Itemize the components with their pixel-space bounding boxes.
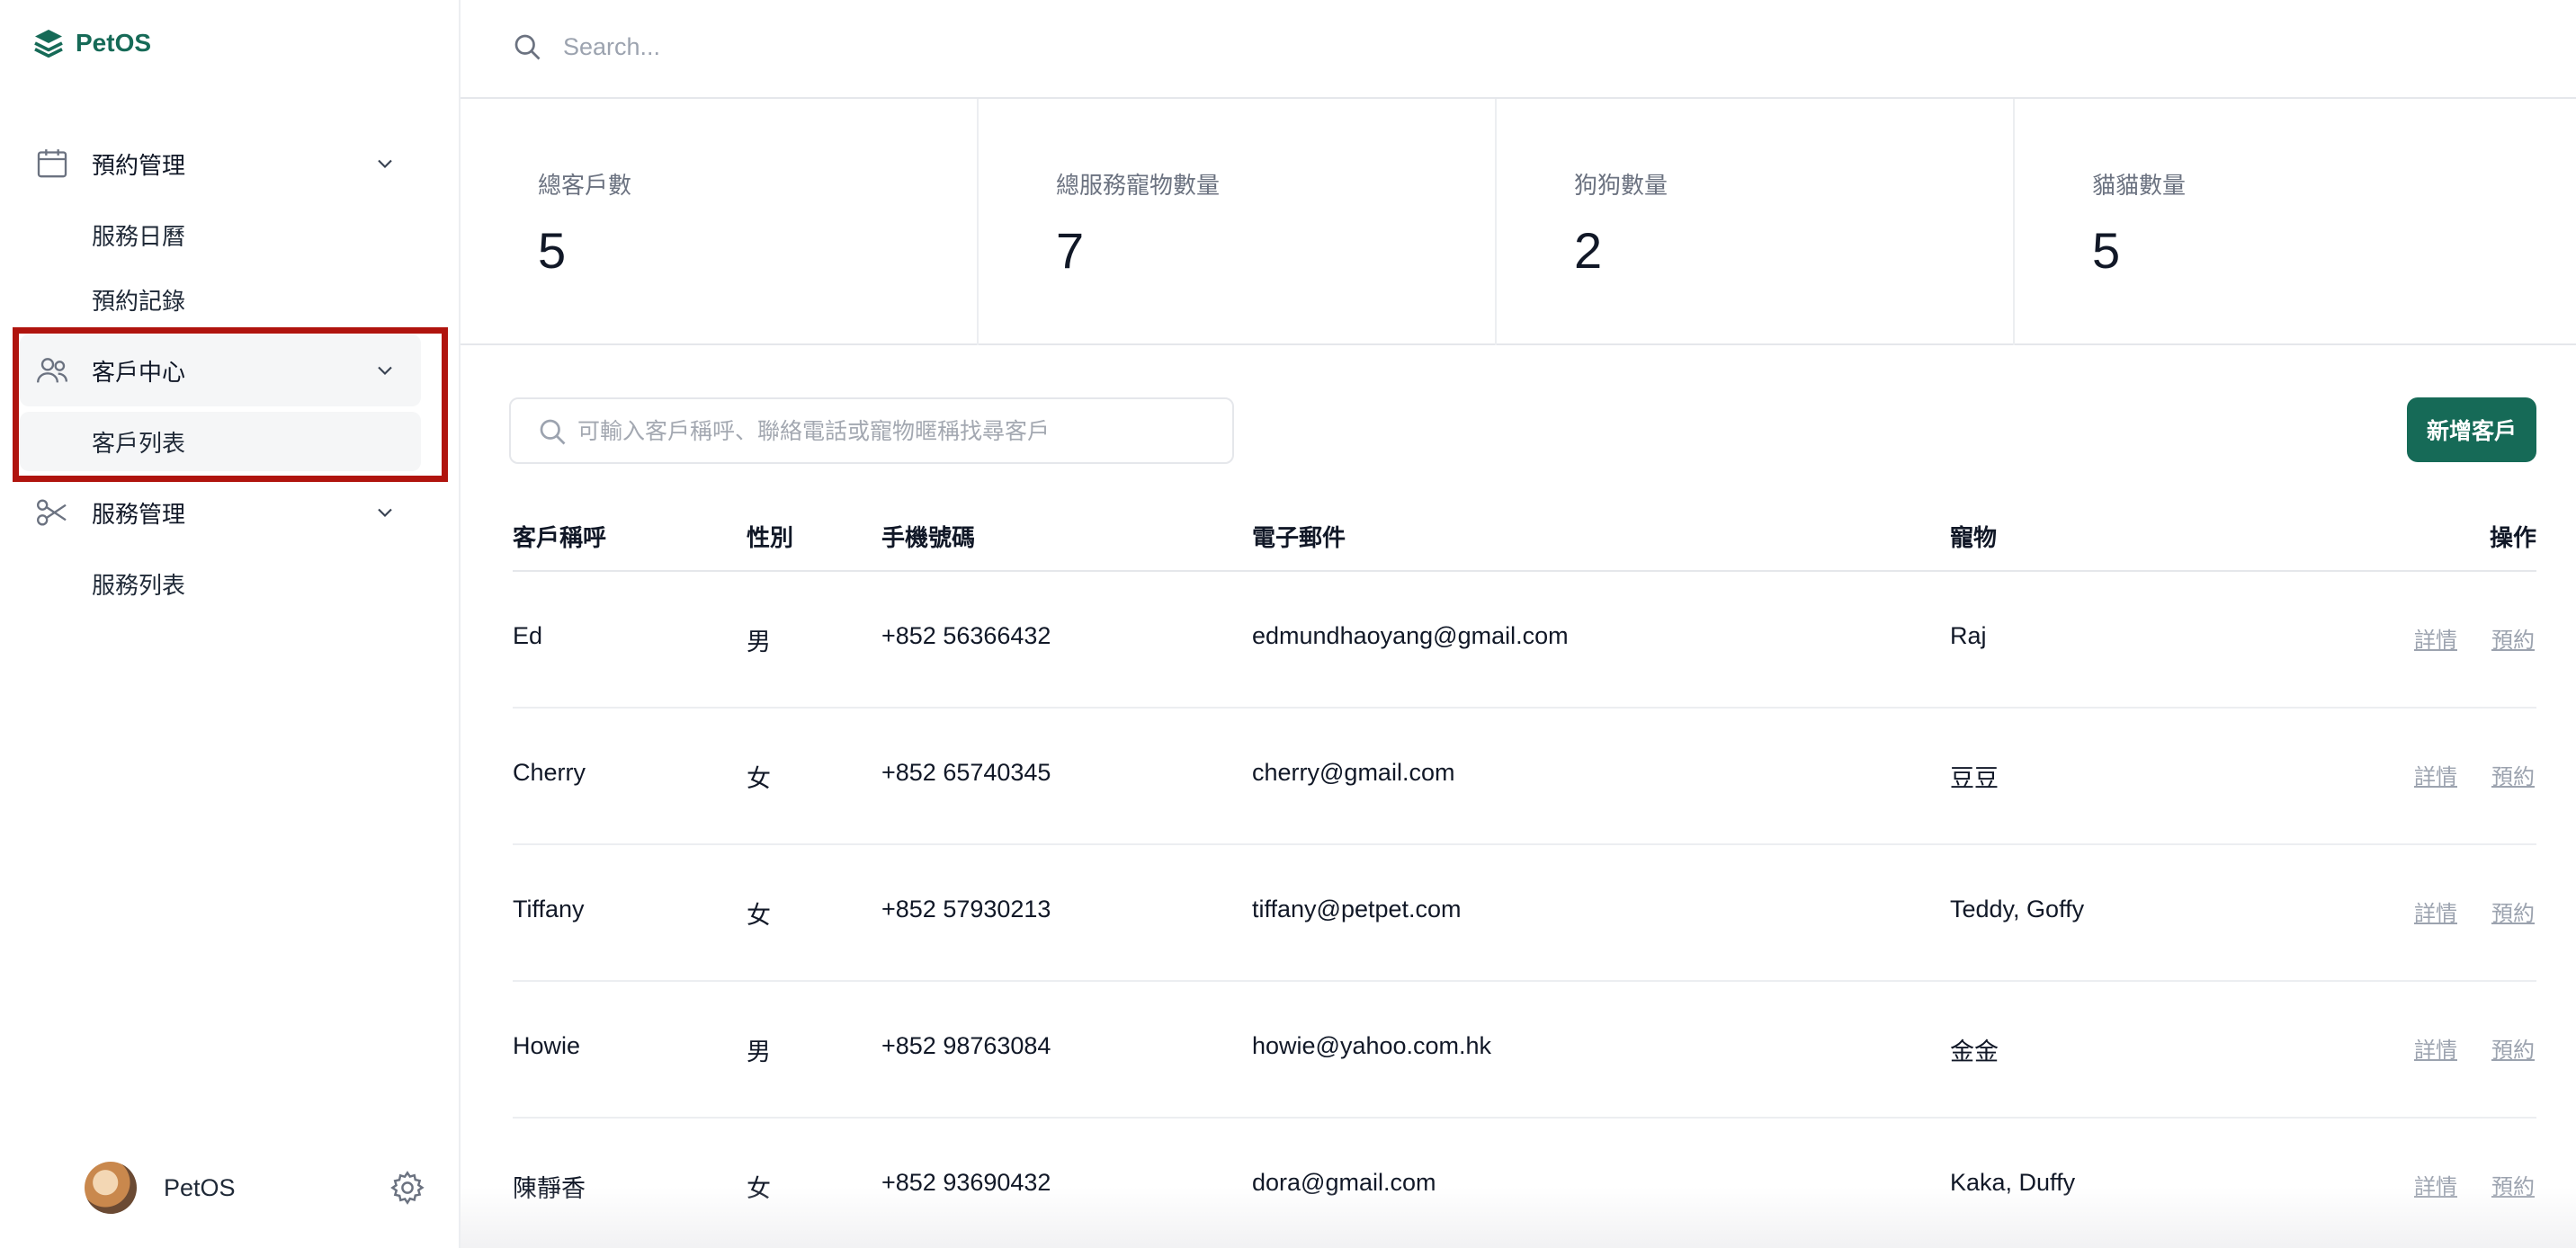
sidebar-item-service-list[interactable]: 服務列表 [20, 554, 421, 613]
cell-name: Ed [513, 622, 543, 649]
table-row: Tiffany 女 +852 57930213 tiffany@petpet.c… [513, 845, 2536, 982]
sidebar-item-label: 客戶列表 [92, 429, 186, 457]
detail-link[interactable]: 詳情 [2414, 1032, 2457, 1064]
stat-total-pets: 總服務寵物數量 7 [979, 99, 1497, 345]
cell-name: Tiffany [513, 896, 585, 923]
scissors-icon [37, 499, 67, 526]
nav-group-label: 預約管理 [92, 151, 186, 179]
customer-search-input[interactable] [577, 412, 1207, 451]
chevron-down-icon [378, 366, 392, 375]
app-name: PetOS [76, 29, 152, 57]
cell-pets: 金金 [1950, 1039, 1999, 1065]
stat-cats: 貓貓數量 5 [2015, 99, 2576, 345]
cell-phone: +852 65740345 [881, 759, 1051, 786]
stat-value: 5 [538, 222, 567, 279]
table-row: Cherry 女 +852 65740345 cherry@gmail.com … [513, 709, 2536, 845]
gear-icon[interactable] [389, 1169, 426, 1207]
cell-email: cherry@gmail.com [1252, 759, 1455, 786]
sidebar-item-label: 服務日曆 [92, 222, 186, 250]
nav-group-appointments[interactable]: 預約管理 [20, 128, 421, 200]
column-header: 操作 [2489, 524, 2536, 551]
chevron-down-icon [378, 159, 392, 168]
stat-label: 狗狗數量 [1574, 172, 1668, 199]
avatar[interactable] [85, 1162, 137, 1214]
column-header: 寵物 [1950, 524, 1998, 551]
logo[interactable]: PetOS [32, 27, 151, 59]
stat-value: 2 [1574, 222, 1603, 279]
cell-email: howie@yahoo.com.hk [1252, 1032, 1492, 1059]
book-link[interactable]: 預約 [2491, 622, 2535, 654]
nav-group-services[interactable]: 服務管理 [20, 477, 421, 548]
nav-group-customers[interactable]: 客戶中心 [20, 334, 421, 406]
cell-email: dora@gmail.com [1252, 1169, 1436, 1196]
cell-gender: 男 [747, 628, 771, 655]
user-name: PetOS [164, 1174, 236, 1201]
cell-pets: Kaka, Duffy [1950, 1169, 2076, 1196]
cell-phone: +852 93690432 [881, 1169, 1051, 1196]
cell-gender: 男 [747, 1039, 771, 1065]
cell-phone: +852 57930213 [881, 896, 1051, 923]
column-header: 電子郵件 [1252, 524, 1346, 551]
chevron-down-icon [378, 508, 392, 517]
cell-email: tiffany@petpet.com [1252, 896, 1462, 923]
nav-group-label: 服務管理 [92, 500, 186, 528]
users-icon [37, 358, 67, 383]
cell-gender: 女 [747, 765, 771, 792]
sidebar-item-label: 預約記錄 [92, 287, 186, 315]
cell-pets: Raj [1950, 622, 1987, 649]
sidebar-item-customer-list[interactable]: 客戶列表 [20, 412, 421, 471]
detail-link[interactable]: 詳情 [2414, 759, 2457, 790]
detail-link[interactable]: 詳情 [2414, 1169, 2457, 1200]
cell-phone: +852 56366432 [881, 622, 1051, 649]
customer-table: 客戶稱呼 性別 手機號碼 電子郵件 寵物 操作 Ed 男 +852 563664… [513, 504, 2536, 1248]
table-row: 陳靜香 女 +852 93690432 dora@gmail.com Kaka,… [513, 1119, 2536, 1248]
stat-label: 貓貓數量 [2092, 172, 2187, 199]
column-header: 客戶稱呼 [513, 524, 607, 551]
cell-name: Cherry [513, 759, 586, 786]
stat-value: 7 [1056, 222, 1085, 279]
top-search-bar [461, 0, 2576, 99]
cell-gender: 女 [747, 1175, 771, 1202]
search-icon [540, 419, 566, 445]
stat-label: 總服務寵物數量 [1056, 172, 1221, 199]
stat-label: 總客戶數 [538, 172, 632, 199]
calendar-icon [37, 149, 67, 178]
stats-panel: 總客戶數 5 總服務寵物數量 7 狗狗數量 2 貓貓數量 5 [461, 99, 2576, 345]
search-icon [514, 34, 541, 60]
table-row: Ed 男 +852 56366432 edmundhaoyang@gmail.c… [513, 572, 2536, 709]
table-header: 客戶稱呼 性別 手機號碼 電子郵件 寵物 操作 [513, 504, 2536, 572]
customer-filter [509, 397, 1234, 464]
layers-logo-icon [34, 30, 63, 58]
cell-name: Howie [513, 1032, 581, 1059]
detail-link[interactable]: 詳情 [2414, 896, 2457, 927]
user-profile[interactable]: PetOS [85, 1162, 426, 1216]
column-header: 性別 [747, 524, 794, 551]
stat-total-customers: 總客戶數 5 [461, 99, 979, 345]
table-row: Howie 男 +852 98763084 howie@yahoo.com.hk… [513, 982, 2536, 1119]
detail-link[interactable]: 詳情 [2414, 622, 2457, 654]
nav-group-label: 客戶中心 [92, 358, 186, 386]
book-link[interactable]: 預約 [2491, 896, 2535, 927]
add-customer-button[interactable]: 新增客戶 [2407, 397, 2536, 462]
sidebar-item-booking-records[interactable]: 預約記錄 [20, 270, 421, 329]
book-link[interactable]: 預約 [2491, 1032, 2535, 1064]
stat-dogs: 狗狗數量 2 [1497, 99, 2015, 345]
cell-pets: 豆豆 [1950, 765, 1999, 792]
cell-pets: Teddy, Goffy [1950, 896, 2085, 923]
cell-phone: +852 98763084 [881, 1032, 1051, 1059]
sidebar-item-label: 服務列表 [92, 571, 186, 599]
cell-gender: 女 [747, 902, 771, 929]
book-link[interactable]: 預約 [2491, 759, 2535, 790]
sidebar: PetOS 預約管理 服務日曆 預約記錄 客戶中心 客戶列表 服務管理 服務列表… [0, 0, 461, 1248]
book-link[interactable]: 預約 [2491, 1169, 2535, 1200]
sidebar-item-service-calendar[interactable]: 服務日曆 [20, 205, 421, 264]
app-root: PetOS 預約管理 服務日曆 預約記錄 客戶中心 客戶列表 服務管理 服務列表… [0, 0, 2576, 1248]
global-search-input[interactable] [563, 27, 1642, 67]
cell-name: 陳靜香 [513, 1175, 586, 1202]
column-header: 手機號碼 [881, 524, 976, 551]
stat-value: 5 [2092, 222, 2121, 279]
cell-email: edmundhaoyang@gmail.com [1252, 622, 1569, 649]
